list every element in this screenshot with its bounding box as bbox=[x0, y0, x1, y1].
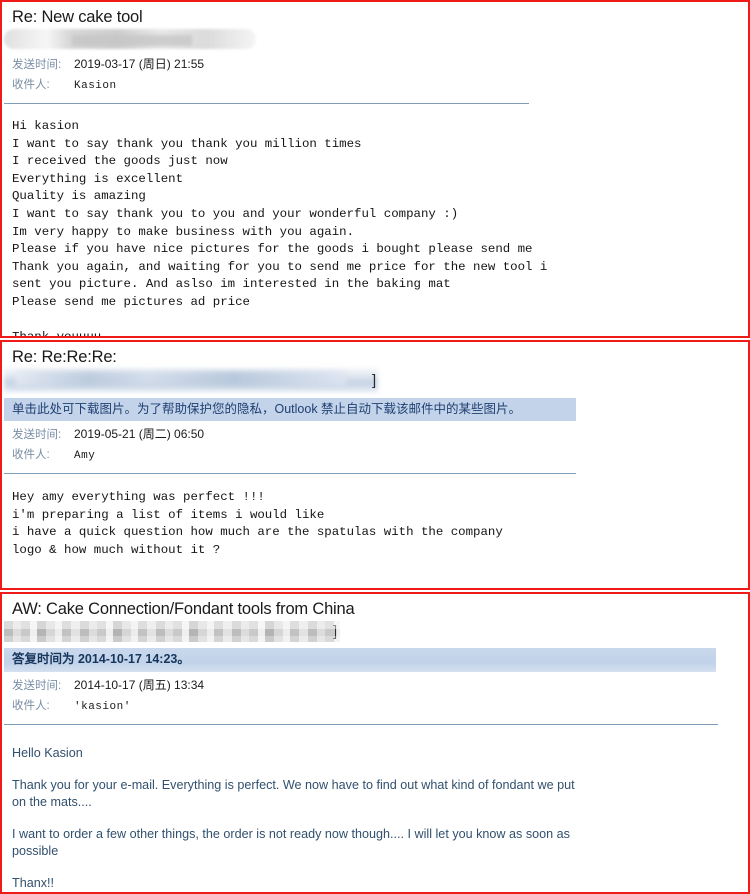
email-2-sent-row: 发送时间: 2019-05-21 (周二) 06:50 bbox=[12, 425, 748, 442]
email-3-bracket: ] bbox=[333, 623, 338, 640]
email-1-separator bbox=[4, 103, 529, 104]
email-2-to-value: Amy bbox=[74, 450, 96, 462]
email-3-paragraph: Hello Kasion bbox=[12, 746, 83, 760]
email-3-sent-label: 发送时间: bbox=[12, 680, 62, 692]
email-3-body: Hello Kasion Thank you for your e-mail. … bbox=[12, 745, 578, 892]
email-3-sent-row: 发送时间: 2014-10-17 (周五) 13:34 bbox=[12, 676, 748, 693]
email-2-content: Re: Re:Re:Re: ] 单击此处可下载图片。为了帮助保护您的隐私，Out… bbox=[2, 342, 748, 588]
email-panel-2: Re: Re:Re:Re: ] 单击此处可下载图片。为了帮助保护您的隐私，Out… bbox=[0, 340, 750, 590]
email-1-sent-label: 发送时间: bbox=[12, 59, 62, 71]
email-1-sender-redacted bbox=[12, 29, 748, 51]
email-3-paragraph: Thanx!! bbox=[12, 876, 54, 890]
email-2-separator bbox=[4, 473, 576, 474]
email-1-subject: Re: New cake tool bbox=[12, 8, 143, 26]
email-2-bracket: ] bbox=[372, 372, 377, 389]
email-2-to-row: 收件人: Amy bbox=[12, 446, 748, 462]
email-1-body: Hi kasion I want to say thank you thank … bbox=[12, 119, 548, 338]
email-thread-stack: Re: New cake tool 发送时间: 2019-03-17 (周日) … bbox=[0, 0, 750, 894]
email-3-to-row: 收件人: 'kasion' bbox=[12, 697, 748, 713]
email-3-to-value: 'kasion' bbox=[74, 701, 131, 713]
email-1-to-value: Kasion bbox=[74, 80, 117, 92]
email-2-body: Hey amy everything was perfect !!! i'm p… bbox=[12, 490, 503, 557]
email-2-download-images-banner[interactable]: 单击此处可下载图片。为了帮助保护您的隐私，Outlook 禁止自动下载该邮件中的… bbox=[4, 398, 576, 421]
email-3-separator bbox=[4, 724, 718, 725]
email-3-paragraph: I want to order a few other things, the … bbox=[12, 827, 570, 858]
email-3-sender-redacted: ] bbox=[4, 621, 748, 645]
email-3-subject: AW: Cake Connection/Fondant tools from C… bbox=[12, 600, 355, 618]
email-2-subject: Re: Re:Re:Re: bbox=[12, 348, 117, 366]
email-3-reply-time-banner: 答复时间为 2014-10-17 14:23。 bbox=[4, 648, 716, 672]
email-1-content: Re: New cake tool 发送时间: 2019-03-17 (周日) … bbox=[2, 2, 748, 336]
email-3-sent-value: 2014-10-17 (周五) 13:34 bbox=[74, 678, 205, 692]
email-panel-1: Re: New cake tool 发送时间: 2019-03-17 (周日) … bbox=[0, 0, 750, 338]
email-2-to-label: 收件人: bbox=[12, 449, 50, 461]
email-panel-3: AW: Cake Connection/Fondant tools from C… bbox=[0, 592, 750, 894]
email-1-to-label: 收件人: bbox=[12, 79, 50, 91]
email-2-sent-label: 发送时间: bbox=[12, 429, 62, 441]
email-2-sender-redacted: ] bbox=[12, 368, 748, 395]
email-3-content: AW: Cake Connection/Fondant tools from C… bbox=[2, 594, 748, 892]
email-2-sent-value: 2019-05-21 (周二) 06:50 bbox=[74, 427, 205, 441]
email-1-sent-value: 2019-03-17 (周日) 21:55 bbox=[74, 57, 205, 71]
email-3-paragraph: Thank you for your e-mail. Everything is… bbox=[12, 778, 575, 809]
email-1-sent-row: 发送时间: 2019-03-17 (周日) 21:55 bbox=[12, 55, 748, 72]
email-3-to-label: 收件人: bbox=[12, 700, 50, 712]
email-1-to-row: 收件人: Kasion bbox=[12, 76, 748, 92]
